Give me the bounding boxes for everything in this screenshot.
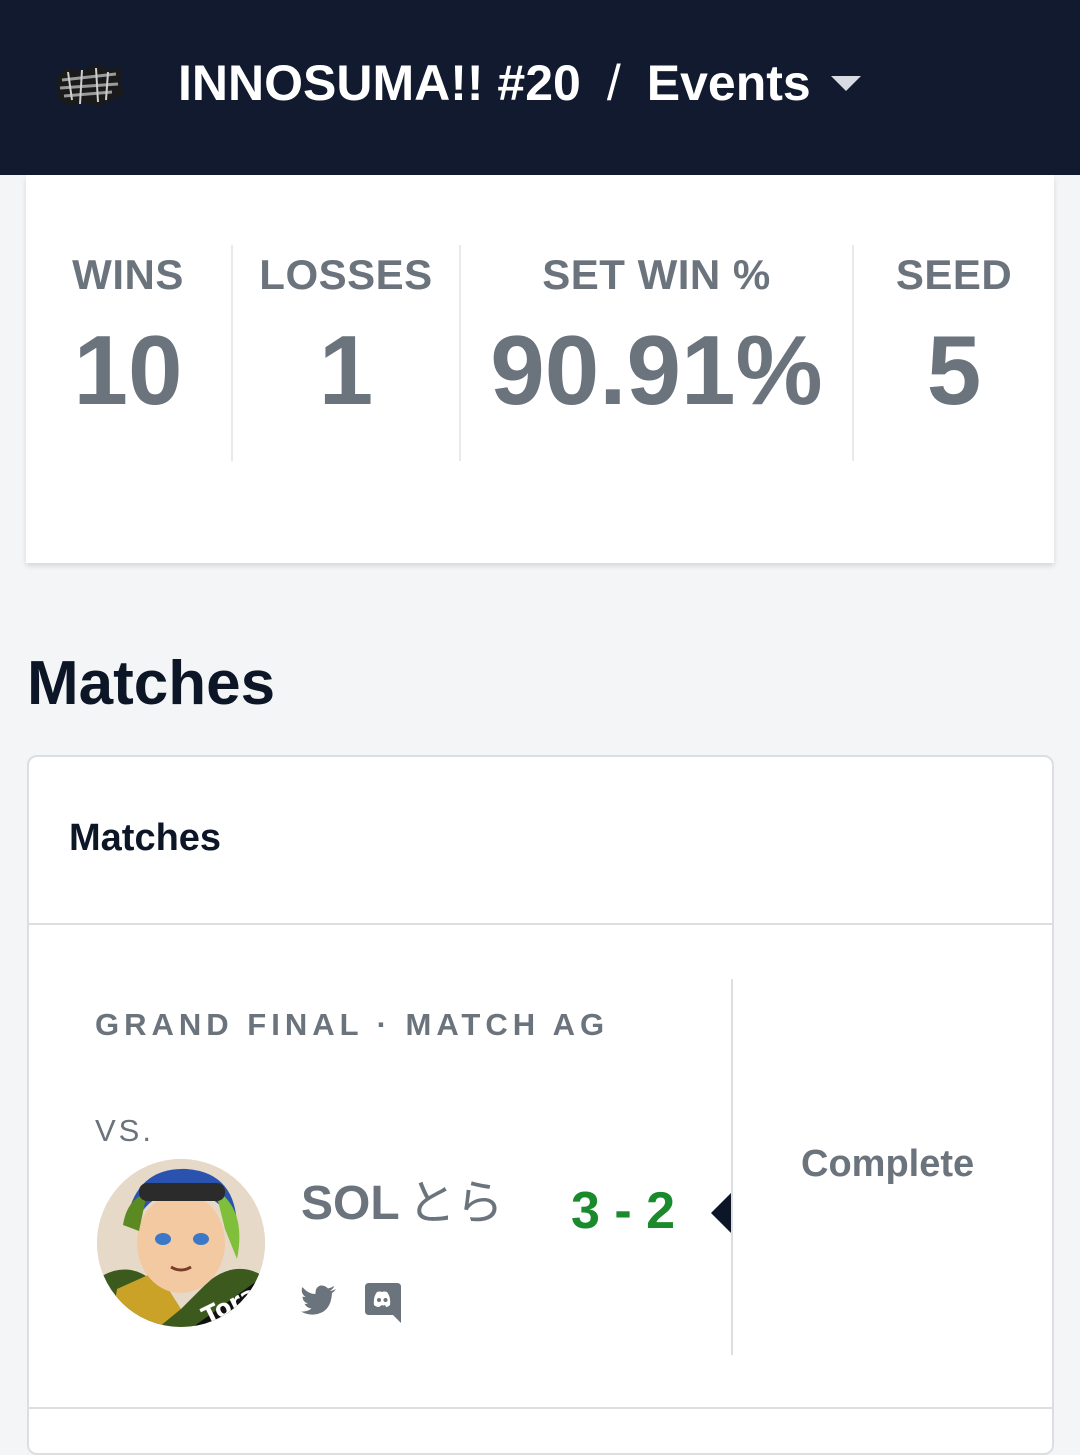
matches-card-title: Matches — [69, 817, 222, 859]
match-round-label: GRAND FINAL · MATCH AG — [95, 1007, 610, 1042]
twitter-icon[interactable] — [301, 1285, 337, 1315]
match-score: 3 - 2 — [571, 1182, 676, 1240]
stat-set-win-value: 90.91% — [490, 315, 823, 425]
stat-wins: WINS 10 — [26, 245, 230, 461]
breadcrumb-section[interactable]: Events — [647, 54, 811, 112]
stat-losses: LOSSES 1 — [231, 245, 459, 461]
stat-wins-label: WINS — [72, 251, 184, 298]
stat-seed-value: 5 — [926, 315, 982, 425]
opponent-team-tag: SOL — [301, 1177, 400, 1230]
stat-wins-value: 10 — [73, 315, 183, 425]
versus-label: VS. — [95, 1113, 154, 1148]
match-divider — [731, 979, 733, 1355]
top-navigation-bar: INNOSUMA!! #20 / Events — [0, 0, 1080, 175]
discord-icon[interactable] — [365, 1283, 401, 1323]
row-divider — [29, 1407, 1052, 1409]
tournament-logo-icon[interactable] — [52, 60, 126, 110]
stat-set-win-percent: SET WIN % 90.91% — [459, 245, 852, 461]
stat-seed-label: SEED — [895, 251, 1013, 298]
breadcrumb-separator: / — [606, 55, 621, 111]
opponent-name[interactable]: SOL とら — [301, 1163, 504, 1233]
stats-card: WINS 10 LOSSES 1 SET WIN % 90.91% SEED 5 — [26, 175, 1054, 563]
stat-losses-value: 1 — [318, 315, 374, 425]
opponent-gamertag: とら — [407, 1177, 504, 1230]
matches-card-header: Matches — [29, 757, 1052, 925]
stat-seed: SEED 5 — [852, 245, 1054, 461]
chevron-down-icon[interactable] — [830, 75, 861, 91]
breadcrumb-tournament[interactable]: INNOSUMA!! #20 — [178, 54, 581, 112]
opponent-avatar[interactable]: Tora — [97, 1159, 265, 1327]
selected-marker-icon — [711, 1193, 731, 1233]
page-section-title: Matches — [27, 649, 276, 718]
match-status: Complete — [801, 1143, 975, 1185]
stat-set-win-label: SET WIN % — [542, 251, 771, 298]
matches-card: Matches GRAND FINAL · MATCH AG VS. Tora … — [27, 755, 1054, 1455]
breadcrumb: INNOSUMA!! #20 / Events — [178, 52, 861, 114]
stat-losses-label: LOSSES — [259, 251, 433, 298]
